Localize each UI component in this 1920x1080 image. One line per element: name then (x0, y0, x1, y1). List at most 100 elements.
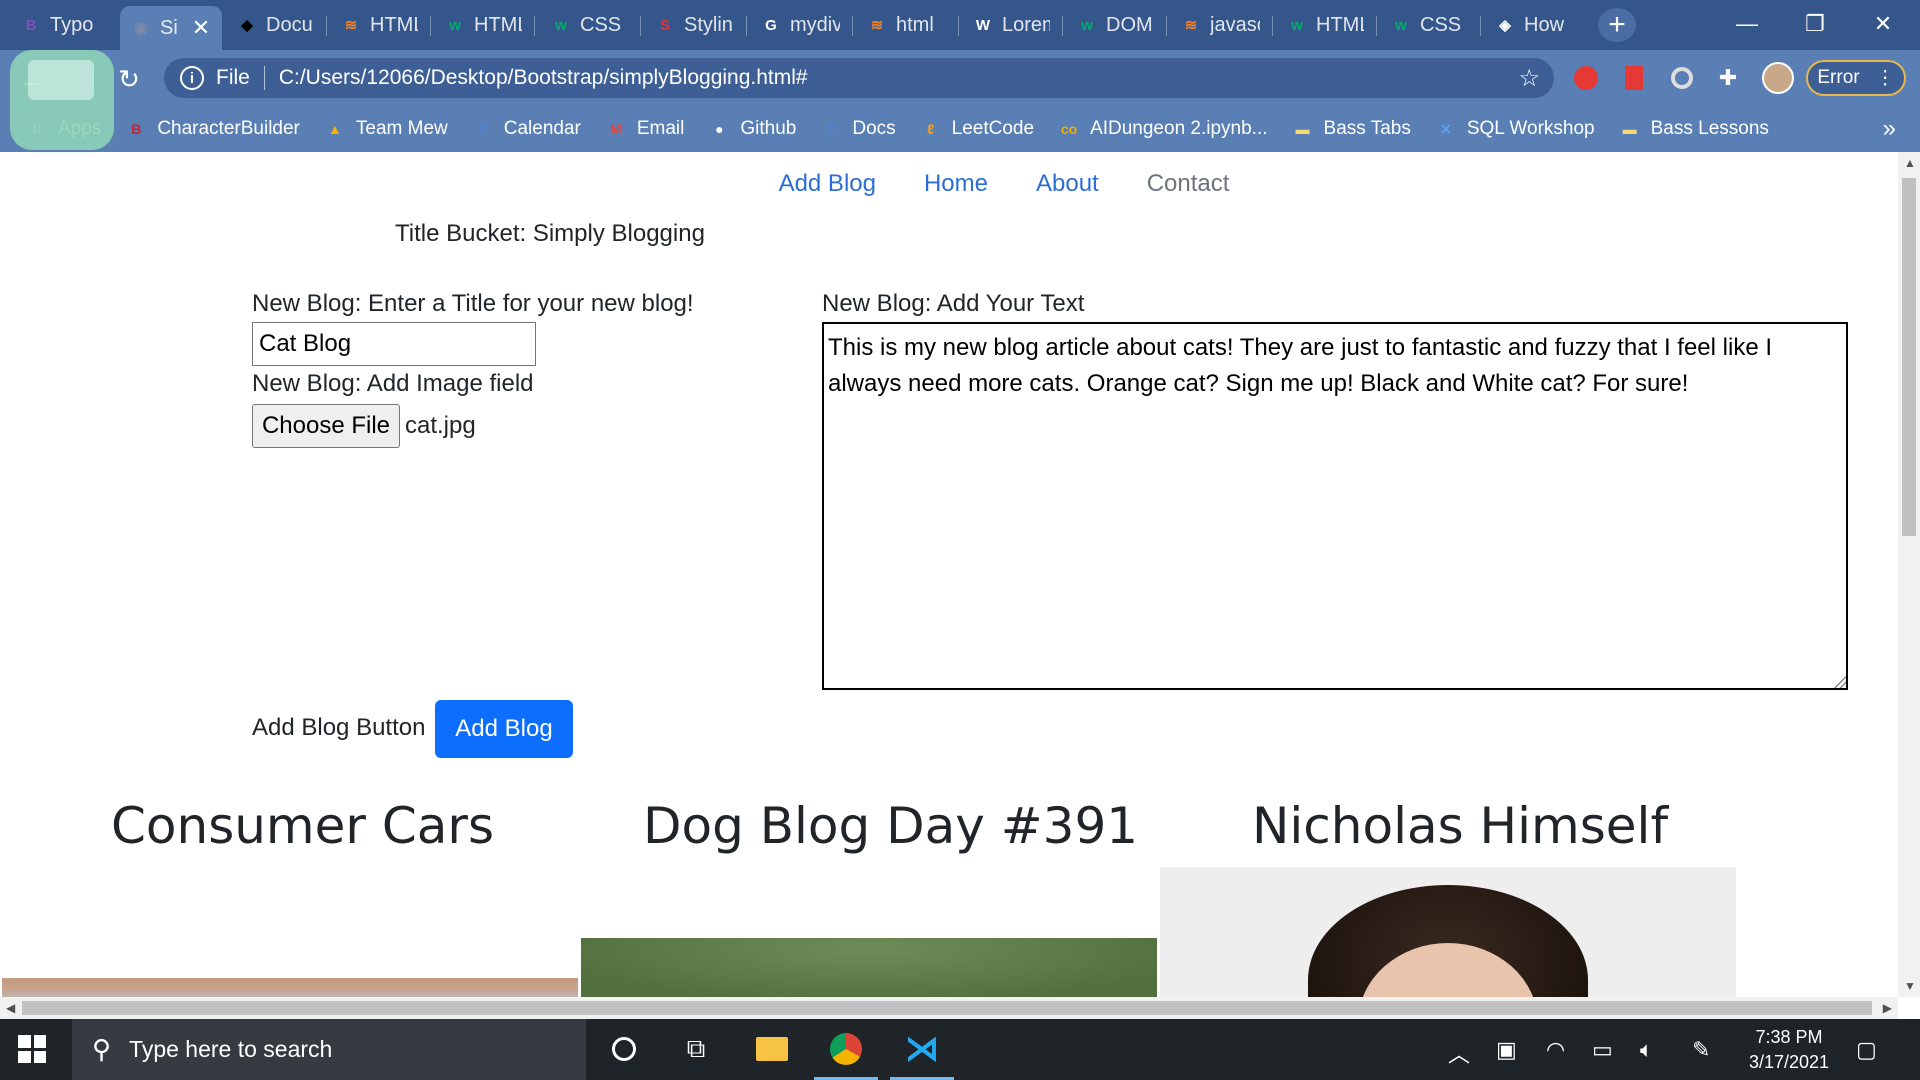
browser-tab[interactable]: W Lorem (962, 6, 1060, 44)
browser-tab[interactable]: w HTML (434, 6, 532, 44)
horizontal-scrollbar[interactable]: ◀ ▶ (0, 997, 1898, 1019)
menu-kebab-icon[interactable]: ⋮ (1876, 67, 1895, 90)
address-bar[interactable]: i File C:/Users/12066/Desktop/Bootstrap/… (164, 58, 1554, 98)
nav-home-link[interactable]: Home (924, 170, 988, 198)
blog-text-area[interactable] (822, 322, 1848, 690)
bookmark-extension-icon[interactable] (1620, 64, 1648, 92)
system-clock[interactable]: 7:38 PM 3/17/2021 (1734, 1025, 1844, 1075)
new-tab-button[interactable]: + (1598, 8, 1636, 42)
scroll-right-arrow-icon[interactable]: ▶ (1883, 1001, 1892, 1015)
bookmark-star-icon[interactable]: ☆ (1518, 64, 1540, 93)
site-info-icon[interactable]: i (180, 66, 204, 90)
browser-tab[interactable]: S Stylin (644, 6, 744, 44)
browser-tab[interactable]: w CSS B (1380, 6, 1478, 44)
browser-tab-title: javasc (1210, 13, 1260, 36)
google-drive-icon: ▲ (327, 121, 342, 137)
tab-separator (534, 16, 535, 36)
network-icon[interactable]: ◠ (1546, 1037, 1565, 1063)
card-title-consumer-cars: Consumer Cars (111, 797, 495, 855)
bookmark-label: AIDungeon 2.ipynb... (1090, 118, 1268, 139)
bookmark-label: Bass Tabs (1323, 118, 1411, 139)
browser-tab[interactable]: ◆ Docu (226, 6, 324, 44)
card-title-dog-blog: Dog Blog Day #391 (643, 797, 1139, 855)
bookmark-item[interactable]: co AIDungeon 2.ipynb... (1058, 118, 1268, 140)
nav-about-link[interactable]: About (1036, 170, 1099, 198)
w3schools-icon: w (1291, 16, 1303, 34)
bookmarks-overflow-icon[interactable]: » (1883, 115, 1896, 143)
bookmark-item[interactable]: M Email (605, 118, 684, 140)
show-hidden-icons-icon[interactable]: ︿ (1448, 1037, 1470, 1069)
browser-tab-title: Si (160, 16, 178, 39)
close-tab-icon[interactable]: ✕ (192, 15, 210, 41)
main-nav: Add Blog Home About Contact (0, 170, 1898, 198)
choose-file-button[interactable]: Choose File (252, 404, 400, 448)
screen-recorder-extension-icon[interactable] (1668, 64, 1696, 92)
volume-icon[interactable]: 🔈︎ (1640, 1037, 1653, 1063)
scroll-left-arrow-icon[interactable]: ◀ (6, 1001, 15, 1015)
shecodes-icon: S (659, 16, 670, 34)
tab-separator (958, 16, 959, 36)
browser-tab[interactable]: Gmydiv (750, 6, 850, 44)
browser-tab[interactable]: w DOM (1066, 6, 1164, 44)
browser-tab[interactable]: w HTML (1276, 6, 1374, 44)
w3schools-icon: w (555, 16, 567, 34)
bookmark-item[interactable]: ▲ Team Mew (324, 118, 448, 140)
image-field-label: New Blog: Add Image field (252, 370, 534, 397)
title-field-label: New Blog: Enter a Title for your new blo… (252, 290, 694, 317)
bookmark-item[interactable]: ▬ Bass Lessons (1619, 118, 1769, 140)
nav-add-blog-link[interactable]: Add Blog (779, 170, 876, 198)
browser-tab[interactable]: B Typo (10, 6, 110, 44)
browser-tab[interactable]: ◉ Si ✕ (120, 6, 222, 50)
browser-tab[interactable]: ≋ HTML (330, 6, 428, 44)
add-blog-button[interactable]: Add Blog (435, 700, 573, 758)
vertical-scrollbar[interactable]: ▲ ▼ (1898, 152, 1920, 997)
chrome-icon[interactable] (828, 1031, 864, 1067)
bookmark-item[interactable]: B CharacterBuilder (125, 118, 300, 140)
adblock-extension-icon[interactable] (1572, 64, 1600, 92)
vscode-icon[interactable]: ⋊ (904, 1030, 940, 1068)
horizontal-scroll-thumb[interactable] (22, 1001, 1872, 1015)
browser-tab[interactable]: ≋ javasc (1170, 6, 1270, 44)
browser-tab[interactable]: ≋ html (856, 6, 956, 44)
search-icon: ⚲ (92, 1034, 112, 1064)
cortana-icon[interactable] (606, 1031, 642, 1067)
browser-tab-title: HTML (370, 13, 418, 36)
bookmark-item[interactable]: ▬ Bass Tabs (1292, 118, 1411, 140)
clock-date: 3/17/2021 (1748, 1052, 1830, 1072)
extensions-puzzle-icon[interactable]: ✚ (1714, 64, 1742, 92)
textarea-resize-handle[interactable] (1834, 676, 1846, 688)
profile-avatar[interactable] (1762, 62, 1794, 94)
error-button[interactable]: Error ⋮ (1806, 60, 1906, 96)
windows-start-icon[interactable] (18, 1035, 46, 1063)
file-explorer-icon[interactable] (754, 1031, 790, 1067)
scroll-down-arrow-icon[interactable]: ▼ (1904, 979, 1916, 993)
nav-contact-link[interactable]: Contact (1147, 170, 1230, 198)
stackoverflow-icon: ≋ (870, 17, 884, 34)
task-view-icon[interactable]: ⧉ (678, 1031, 714, 1067)
battery-icon[interactable]: ▭ (1592, 1037, 1613, 1063)
restore-window-button[interactable]: ❐ (1790, 6, 1840, 42)
browser-tab[interactable]: w CSS B (540, 6, 638, 44)
close-window-button[interactable]: ✕ (1858, 6, 1908, 42)
browser-tab-title: CSS B (580, 13, 628, 36)
bookmark-item[interactable]: ℓ LeetCode (920, 118, 1034, 140)
bookmark-item[interactable]: 7 Calendar (472, 118, 581, 140)
blog-title-input[interactable] (252, 322, 536, 366)
bookmark-item[interactable]: ● Github (708, 118, 796, 140)
device-icon[interactable]: ▣ (1496, 1037, 1517, 1063)
reload-button[interactable]: ↻ (112, 62, 146, 96)
notifications-icon[interactable]: ▢ (1856, 1037, 1877, 1063)
taskbar-search-box[interactable]: ⚲ Type here to search (72, 1019, 586, 1080)
address-divider (263, 66, 265, 90)
leetcode-icon: ℓ (927, 121, 935, 137)
sql-workshop-icon: ✕ (1439, 120, 1452, 137)
tab-separator (1480, 16, 1481, 36)
codecademy-icon: ◈ (1499, 17, 1511, 34)
browser-tab[interactable]: ◈ How (1484, 6, 1588, 44)
pen-icon[interactable]: ✎ (1692, 1037, 1710, 1063)
vertical-scroll-thumb[interactable] (1902, 178, 1916, 536)
bookmark-item[interactable]: ✕ SQL Workshop (1435, 118, 1595, 140)
scroll-up-arrow-icon[interactable]: ▲ (1904, 156, 1916, 170)
bookmark-item[interactable]: ≡ Docs (820, 118, 895, 140)
minimize-window-button[interactable]: — (1722, 6, 1772, 42)
